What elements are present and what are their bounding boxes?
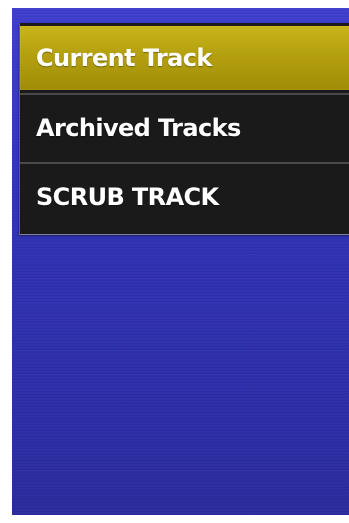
menu-item-label: Current Track	[36, 44, 212, 72]
track-menu: Current Track Archived Tracks SCRUB TRAC…	[19, 23, 349, 235]
menu-item-scrub-track[interactable]: SCRUB TRACK	[20, 165, 349, 229]
screen-background: Current Track Archived Tracks SCRUB TRAC…	[12, 8, 349, 515]
menu-item-current-track[interactable]: Current Track	[20, 26, 349, 90]
menu-item-label: Archived Tracks	[36, 114, 241, 142]
menu-item-archived-tracks[interactable]: Archived Tracks	[20, 96, 349, 160]
menu-divider	[20, 162, 349, 164]
menu-divider	[20, 93, 349, 95]
gps-device-screen: Current Track Archived Tracks SCRUB TRAC…	[0, 0, 349, 523]
menu-item-label: SCRUB TRACK	[36, 183, 219, 211]
